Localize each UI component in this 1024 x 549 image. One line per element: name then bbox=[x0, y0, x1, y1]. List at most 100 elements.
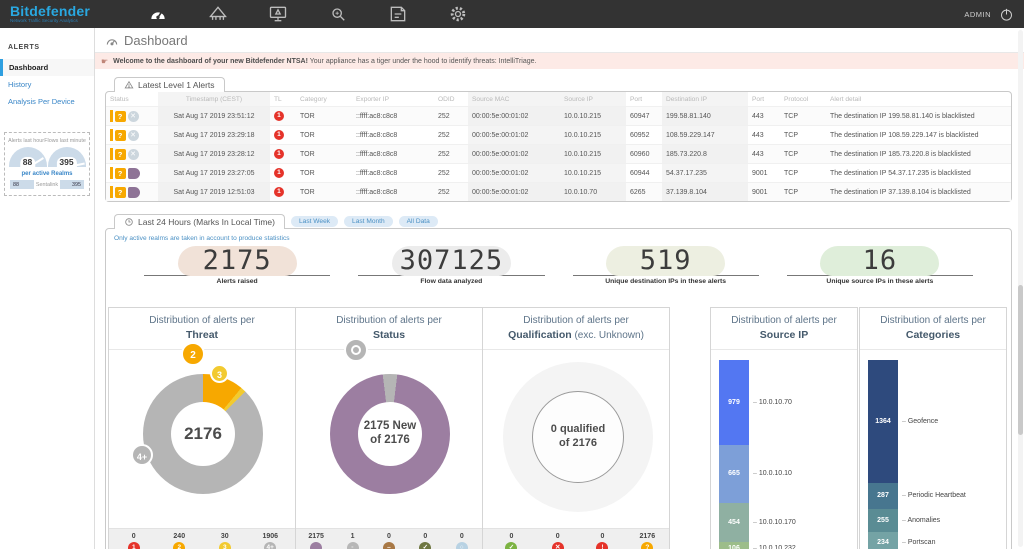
tab-last-month[interactable]: Last Month bbox=[344, 216, 393, 227]
bar-segment[interactable]: 1364 bbox=[868, 360, 898, 483]
chart-title-bold: Threat bbox=[111, 328, 293, 342]
legend-item-unknown[interactable]: 2176?Unknown bbox=[633, 533, 662, 549]
logo-subtitle: Network Traffic Security Analytics bbox=[10, 19, 90, 24]
threat-badge-4plus: 4+ bbox=[131, 444, 153, 466]
legend-item-malicious[interactable]: 0✕Malicious bbox=[543, 533, 572, 549]
tab-last-24-hours[interactable]: Last 24 Hours (Marks In Local Time) bbox=[114, 214, 285, 229]
column-header: Category bbox=[296, 92, 352, 107]
legend-item-seen[interactable]: 1◦Seen bbox=[340, 533, 366, 549]
clock-icon bbox=[124, 217, 134, 227]
column-header: TL bbox=[270, 92, 296, 107]
sidebar-item-dashboard[interactable]: Dashboard bbox=[0, 59, 94, 76]
qualification-center: 0 qualified of 2176 bbox=[532, 391, 624, 483]
legend-item-investig-[interactable]: 0–Investig. bbox=[376, 533, 402, 549]
bar-segment[interactable]: 106 bbox=[719, 542, 749, 549]
legend-item-tl1[interactable]: 01TL1 bbox=[121, 533, 147, 549]
reports-icon[interactable] bbox=[388, 4, 408, 24]
sidebar-item-history[interactable]: History bbox=[0, 76, 94, 93]
legend-item-gdpr-threat[interactable]: 0!GDPR threat bbox=[582, 533, 622, 549]
alert-row[interactable]: ?✕Sat Aug 17 2019 23:29:181TOR::ffff:ac8… bbox=[106, 126, 1011, 145]
bar-segment[interactable]: 665 bbox=[719, 445, 749, 503]
main-content: Dashboard ☛ Welcome to the dashboard of … bbox=[95, 28, 1024, 549]
legend-item-new[interactable]: 2175New bbox=[303, 533, 329, 549]
stat-label: Flow data analyzed bbox=[358, 278, 544, 285]
column-header: Status bbox=[106, 92, 158, 107]
per-active-realms-label: per active Realms bbox=[8, 171, 86, 177]
threat-donut[interactable]: 2176 bbox=[143, 374, 263, 494]
dashboard-icon[interactable] bbox=[148, 4, 168, 24]
stat-card: 16Unique source IPs in these alerts bbox=[787, 246, 973, 285]
threat-hunting-icon[interactable] bbox=[328, 4, 348, 24]
new-status-icon bbox=[128, 187, 140, 198]
bar-segment[interactable]: 454 bbox=[719, 503, 749, 542]
qualification-chart: 0 qualified of 2176 bbox=[483, 350, 669, 528]
category-cell: TOR bbox=[296, 107, 352, 126]
top-bar: Bitdefender Network Traffic Security Ana… bbox=[0, 0, 1024, 28]
realm-gauges-box: Alerts last hour Flows last minute 88 39… bbox=[4, 132, 90, 196]
bar-label: 10.0.10.170 bbox=[753, 519, 796, 526]
threat-level-badge: 1 bbox=[274, 187, 284, 197]
chart-panel-threat: Distribution of alerts per Threat 2176 2… bbox=[108, 307, 296, 549]
column-header: Destination IP bbox=[662, 92, 748, 107]
bar-segment[interactable]: 234 bbox=[868, 532, 898, 549]
legend-item-tl4+[interactable]: 19064+TL4+ bbox=[257, 533, 283, 549]
chart-title-prefix: Distribution of alerts per bbox=[862, 314, 1004, 328]
admin-menu[interactable]: ADMIN bbox=[964, 10, 991, 19]
category-cell: TOR bbox=[296, 164, 352, 183]
column-header: Port bbox=[626, 92, 662, 107]
chart-panel-source-ip: Distribution of alerts per Source IP 979… bbox=[710, 307, 858, 549]
threat-level-badge: 1 bbox=[274, 130, 284, 140]
stat-card: 307125Flow data analyzed bbox=[358, 246, 544, 285]
unknown-qualification-icon: ? bbox=[115, 111, 126, 122]
category-cell: TOR bbox=[296, 145, 352, 164]
threat-level-bar bbox=[110, 167, 113, 179]
alert-detail-cell: The destination IP 199.58.81.140 is blac… bbox=[826, 107, 1011, 126]
alert-row[interactable]: ?Sat Aug 17 2019 12:51:031TOR::ffff:ac8:… bbox=[106, 183, 1011, 202]
bar-segment[interactable]: 255 bbox=[868, 509, 898, 532]
bar-row: 287Periodic Heartbeat bbox=[868, 483, 1002, 509]
sidebar-item-analysis-per-device[interactable]: Analysis Per Device bbox=[0, 93, 94, 110]
bar-segment[interactable]: 287 bbox=[868, 483, 898, 509]
legend-item-handled[interactable]: 0✓Handled bbox=[412, 533, 438, 549]
stat-label: Unique source IPs in these alerts bbox=[787, 278, 973, 285]
alerts-table: StatusTimestamp (CEST)TLCategoryExporter… bbox=[106, 92, 1011, 201]
flows-last-minute-label: Flows last minute bbox=[44, 138, 86, 144]
welcome-text-bold: Welcome to the dashboard of your new Bit… bbox=[113, 58, 308, 65]
legend-item-false-positive[interactable]: 0✓False positive bbox=[490, 533, 533, 549]
tab-last-week[interactable]: Last Week bbox=[291, 216, 338, 227]
stat-value: 519 bbox=[573, 246, 759, 276]
alerts-last-hour-label: Alerts last hour bbox=[8, 138, 44, 144]
category-cell: TOR bbox=[296, 126, 352, 145]
legend-item-tl2[interactable]: 2402TL2 bbox=[166, 533, 192, 549]
bar-segment[interactable]: 979 bbox=[719, 360, 749, 445]
settings-icon[interactable] bbox=[448, 4, 468, 24]
time-range-tabs: Last 24 Hours (Marks In Local Time) Last … bbox=[114, 214, 438, 229]
dismissed-status-icon: ✕ bbox=[128, 130, 139, 141]
column-header: Source IP bbox=[560, 92, 626, 107]
unknown-qualification-icon: ? bbox=[115, 130, 126, 141]
dashboard-header-icon bbox=[105, 34, 119, 48]
tab-all-data[interactable]: All Data bbox=[399, 216, 438, 227]
chart-title-prefix: Distribution of alerts per bbox=[713, 314, 855, 328]
power-icon[interactable] bbox=[999, 7, 1014, 22]
legend-item-tl3[interactable]: 303TL3 bbox=[212, 533, 238, 549]
status-donut-chart: 2175 New of 2176 bbox=[296, 350, 482, 528]
page-title: Dashboard bbox=[124, 33, 188, 48]
scrollbar-thumb[interactable] bbox=[1018, 285, 1023, 435]
legend-color-icon: ✓ bbox=[505, 542, 517, 549]
bar-row: 255 Anomalies bbox=[868, 509, 1002, 532]
legend-item-dismis-[interactable]: 0○Dismis. bbox=[449, 533, 475, 549]
tab-latest-level1-alerts[interactable]: Latest Level 1 Alerts bbox=[114, 77, 225, 92]
alert-row[interactable]: ?✕Sat Aug 17 2019 23:28:121TOR::ffff:ac8… bbox=[106, 145, 1011, 164]
bar-label: 10.0.10.70 bbox=[753, 399, 792, 406]
realms-icon[interactable] bbox=[208, 4, 228, 24]
flows-gauge: 395 bbox=[48, 147, 86, 167]
alert-row[interactable]: ?✕Sat Aug 17 2019 23:51:121TOR::ffff:ac8… bbox=[106, 107, 1011, 126]
qualification-disc: 0 qualified of 2176 bbox=[503, 362, 653, 512]
status-new-marker bbox=[346, 456, 366, 476]
device-alerts-icon[interactable] bbox=[268, 4, 288, 24]
status-donut[interactable]: 2175 New of 2176 bbox=[330, 374, 450, 494]
alert-row[interactable]: ?Sat Aug 17 2019 23:27:051TOR::ffff:ac8:… bbox=[106, 164, 1011, 183]
chart-title-qualification: Distribution of alerts per Qualification… bbox=[483, 308, 669, 350]
bar-label: Anomalies bbox=[902, 517, 940, 524]
